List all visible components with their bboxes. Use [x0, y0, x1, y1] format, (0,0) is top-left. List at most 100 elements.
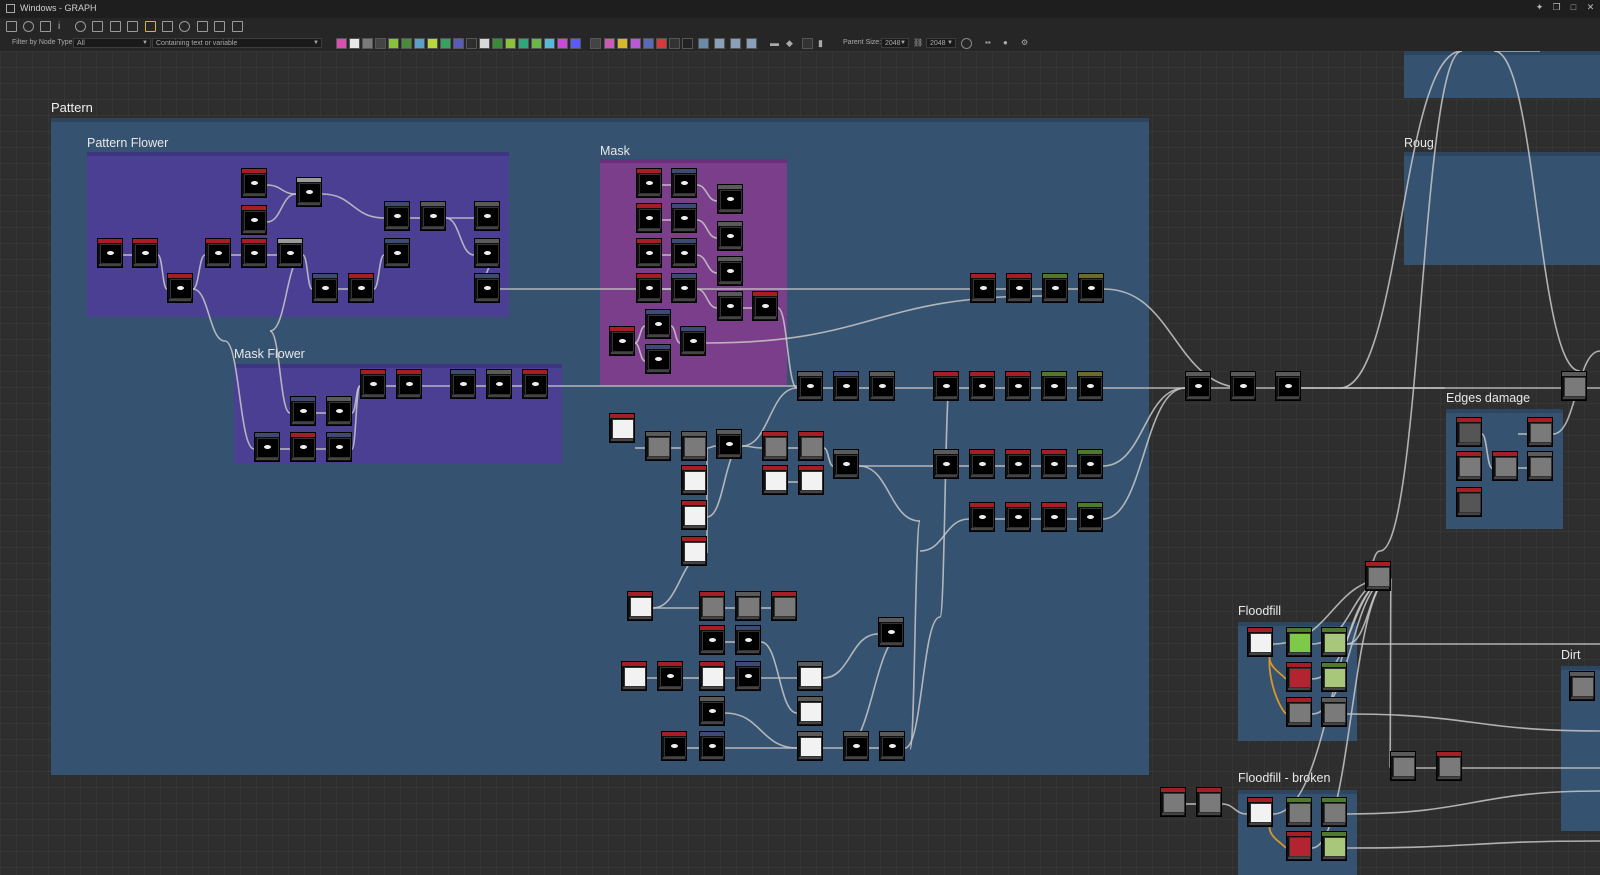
node-type-icon-9[interactable] [440, 38, 451, 49]
graph-node[interactable] [735, 591, 761, 621]
graph-node[interactable] [681, 500, 707, 530]
graph-node[interactable] [797, 696, 823, 726]
graph-canvas[interactable]: Pattern Pattern Flower Mask Mask Flower … [0, 51, 1600, 875]
graph-node[interactable] [277, 238, 303, 268]
graph-node[interactable] [609, 326, 635, 356]
node-type-icon-31[interactable] [746, 38, 757, 49]
graph-node[interactable] [869, 371, 895, 401]
graph-node[interactable] [1321, 627, 1347, 657]
node-type-icon-15[interactable] [518, 38, 529, 49]
graph-node[interactable] [969, 502, 995, 532]
node-type-icon-27[interactable] [682, 38, 693, 49]
node-type-icon-18[interactable] [557, 38, 568, 49]
graph-node[interactable] [1275, 371, 1301, 401]
select-icon[interactable] [214, 21, 225, 32]
graph-node[interactable] [290, 396, 316, 426]
graph-node[interactable] [798, 431, 824, 461]
graph-node[interactable] [645, 344, 671, 374]
table-icon[interactable] [127, 21, 138, 32]
node-type-icon-12[interactable] [479, 38, 490, 49]
graph-node[interactable] [486, 369, 512, 399]
graph-node[interactable] [384, 201, 410, 231]
parent-size-height-select[interactable]: 2048 ▼ [926, 38, 956, 48]
graph-node[interactable] [1042, 273, 1068, 303]
camera-icon[interactable] [40, 21, 51, 32]
graph-node[interactable] [716, 429, 742, 459]
parent-size-width-select[interactable]: 2048 ▼ [881, 38, 909, 48]
graph-node[interactable] [636, 203, 662, 233]
node-type-icon-2[interactable] [349, 38, 360, 49]
graph-node[interactable] [681, 465, 707, 495]
graph-node[interactable] [167, 273, 193, 303]
graph-node[interactable] [290, 432, 316, 462]
share-icon[interactable] [110, 21, 121, 32]
graph-node[interactable] [384, 238, 410, 268]
node-type-icon-30[interactable] [730, 38, 741, 49]
graph-node[interactable] [326, 432, 352, 462]
filter-node-type-select[interactable]: All ▼ [73, 38, 151, 48]
graph-node[interactable] [1286, 797, 1312, 827]
graph-node[interactable] [636, 273, 662, 303]
graph-node[interactable] [1247, 627, 1273, 657]
graph-node[interactable] [348, 273, 374, 303]
graph-node[interactable] [717, 256, 743, 286]
graph-node[interactable] [969, 371, 995, 401]
graph-node[interactable] [762, 465, 788, 495]
graph-node[interactable] [420, 201, 446, 231]
loop-icon[interactable] [179, 21, 190, 32]
wire-icon[interactable] [145, 21, 156, 32]
graph-node[interactable] [1436, 751, 1462, 781]
graph-node[interactable] [1196, 787, 1222, 817]
graph-node[interactable] [609, 413, 635, 443]
node-type-icon-23[interactable] [630, 38, 641, 49]
graph-node[interactable] [797, 371, 823, 401]
graph-node[interactable] [735, 661, 761, 691]
graph-node[interactable] [1321, 662, 1347, 692]
node-type-icon-13[interactable] [492, 38, 503, 49]
graph-node[interactable] [833, 449, 859, 479]
close-icon[interactable]: ✕ [1585, 2, 1596, 13]
graph-node[interactable] [474, 273, 500, 303]
graph-node[interactable] [97, 238, 123, 268]
graph-node[interactable] [797, 661, 823, 691]
graph-node[interactable] [671, 273, 697, 303]
node-type-icon-21[interactable] [604, 38, 615, 49]
graph-node[interactable] [1561, 371, 1587, 401]
graph-node[interactable] [132, 238, 158, 268]
graph-node[interactable] [661, 731, 687, 761]
graph-node[interactable] [699, 625, 725, 655]
graph-node[interactable] [797, 731, 823, 761]
node-type-icon-11[interactable] [466, 38, 477, 49]
graph-node[interactable] [657, 661, 683, 691]
pin-node-icon[interactable]: ◆ [786, 38, 797, 49]
graph-node[interactable] [636, 238, 662, 268]
node-type-icon-29[interactable] [714, 38, 725, 49]
node-type-icon-6[interactable] [401, 38, 412, 49]
graph-node[interactable] [699, 731, 725, 761]
node-type-icon-8[interactable] [427, 38, 438, 49]
graph-node[interactable] [1321, 697, 1347, 727]
graph-node[interactable] [969, 449, 995, 479]
graph-node[interactable] [1286, 627, 1312, 657]
person-icon[interactable]: ● [1003, 38, 1014, 49]
graph-node[interactable] [326, 396, 352, 426]
bookmark-icon[interactable]: ▮ [818, 38, 829, 49]
graph-node[interactable] [1456, 417, 1482, 447]
tool-icon[interactable] [197, 21, 208, 32]
graph-node[interactable] [717, 291, 743, 321]
search-input[interactable]: Containing text or variable ▼ [152, 38, 322, 48]
graph-node[interactable] [205, 238, 231, 268]
graph-node[interactable] [933, 449, 959, 479]
node-type-icon-14[interactable] [505, 38, 516, 49]
fit-icon[interactable] [23, 21, 34, 32]
graph-node[interactable] [1077, 449, 1103, 479]
graph-node[interactable] [1456, 487, 1482, 517]
graph-node[interactable] [254, 432, 280, 462]
graph-node[interactable] [699, 591, 725, 621]
graph-node[interactable] [1321, 831, 1347, 861]
graph-node[interactable] [970, 273, 996, 303]
node-type-icon-19[interactable] [570, 38, 581, 49]
graph-node[interactable] [1006, 273, 1032, 303]
graph-node[interactable] [1247, 797, 1273, 827]
graph-node[interactable] [671, 168, 697, 198]
